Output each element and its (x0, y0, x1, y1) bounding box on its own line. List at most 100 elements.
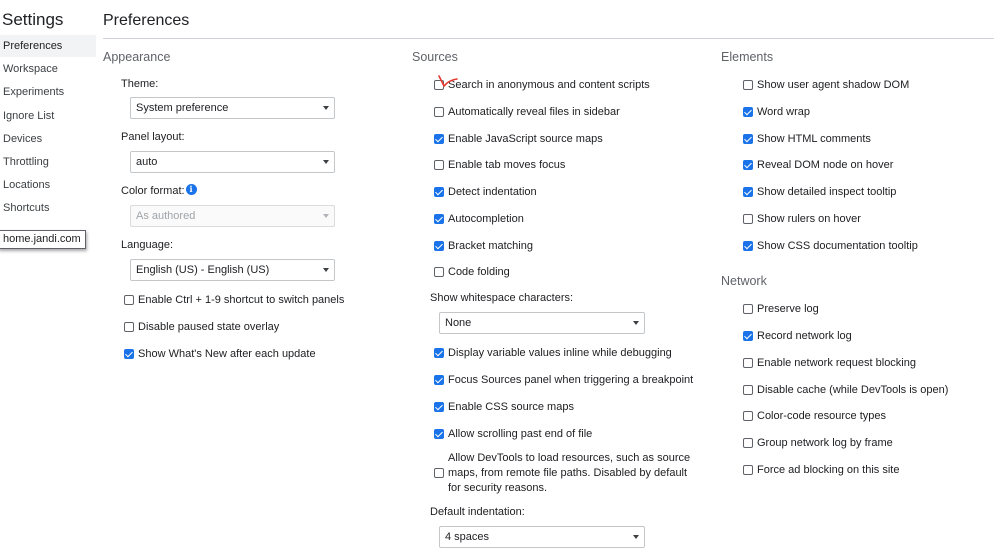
color-format-select-value: As authored (136, 210, 196, 222)
checkbox-box[interactable] (743, 465, 753, 475)
checkbox-box[interactable] (434, 375, 444, 385)
checkbox-autocompletion[interactable]: Autocompletion (434, 211, 524, 227)
checkbox-label: Record network log (757, 329, 852, 342)
checkbox-box[interactable] (434, 402, 444, 412)
checkbox-label: Bracket matching (448, 239, 533, 252)
checkbox-box[interactable] (434, 241, 444, 251)
checkbox-label: Allow DevTools to load resources, such a… (448, 451, 691, 494)
checkbox-focus-sources[interactable]: Focus Sources panel when triggering a br… (434, 372, 693, 388)
checkbox-label: Enable Ctrl + 1-9 shortcut to switch pan… (138, 293, 345, 306)
checkbox-disable-paused-overlay[interactable]: Disable paused state overlay (124, 319, 279, 335)
checkbox-box[interactable] (743, 187, 753, 197)
checkbox-group-by-frame[interactable]: Group network log by frame (743, 435, 893, 451)
checkbox-box[interactable] (434, 187, 444, 197)
checkbox-record-network-log[interactable]: Record network log (743, 328, 852, 344)
sidebar-item-preferences[interactable]: Preferences (0, 35, 96, 57)
checkbox-css-source-maps[interactable]: Enable CSS source maps (434, 399, 574, 415)
checkbox-remote-resources[interactable]: Allow DevTools to load resources, such a… (434, 450, 698, 496)
checkbox-label: Focus Sources panel when triggering a br… (448, 373, 694, 386)
checkbox-box[interactable] (434, 468, 444, 478)
theme-select[interactable]: System preference (130, 97, 335, 119)
checkbox-inline-values[interactable]: Display variable values inline while deb… (434, 345, 672, 361)
checkbox-bracket-matching[interactable]: Bracket matching (434, 238, 533, 254)
checkbox-box[interactable] (743, 160, 753, 170)
sidebar-item-shortcuts[interactable]: Shortcuts (0, 197, 96, 219)
checkbox-rulers-on-hover[interactable]: Show rulers on hover (743, 211, 861, 227)
checkbox-box[interactable] (124, 322, 134, 332)
panel-layout-select[interactable]: auto (130, 151, 335, 173)
checkbox-label: Preserve log (757, 302, 819, 315)
checkbox-label: Automatically reveal files in sidebar (448, 105, 620, 118)
checkbox-reveal-files[interactable]: Automatically reveal files in sidebar (434, 104, 620, 120)
checkbox-force-ad-blocking[interactable]: Force ad blocking on this site (743, 462, 899, 478)
checkbox-box[interactable] (434, 348, 444, 358)
checkbox-tab-moves-focus[interactable]: Enable tab moves focus (434, 157, 565, 173)
red-check-mark-annotation (438, 75, 458, 87)
checkbox-box[interactable] (434, 160, 444, 170)
sidebar-item-throttling[interactable]: Throttling (0, 151, 96, 173)
checkbox-code-folding[interactable]: Code folding (434, 264, 510, 280)
checkbox-box[interactable] (124, 349, 134, 359)
checkbox-box[interactable] (434, 134, 444, 144)
checkbox-search-anonymous[interactable]: Search in anonymous and content scripts (434, 77, 650, 93)
checkbox-box[interactable] (743, 358, 753, 368)
checkbox-box[interactable] (743, 80, 753, 90)
checkbox-word-wrap[interactable]: Word wrap (743, 104, 810, 120)
checkbox-whats-new[interactable]: Show What's New after each update (124, 346, 316, 362)
checkbox-box[interactable] (743, 107, 753, 117)
checkbox-css-doc-tooltip[interactable]: Show CSS documentation tooltip (743, 238, 918, 254)
language-label: Language: (121, 239, 173, 251)
checkbox-label: Detect indentation (448, 185, 537, 198)
checkbox-label: Show What's New after each update (138, 347, 316, 360)
checkbox-label: Show rulers on hover (757, 212, 861, 225)
checkbox-box[interactable] (434, 214, 444, 224)
checkbox-box[interactable] (743, 411, 753, 421)
checkbox-html-comments[interactable]: Show HTML comments (743, 131, 871, 147)
color-format-select: As authored (130, 205, 335, 227)
checkbox-label: Allow scrolling past end of file (448, 427, 593, 440)
checkbox-label: Enable CSS source maps (448, 400, 574, 413)
checkbox-box[interactable] (743, 331, 753, 341)
checkbox-reveal-dom-node[interactable]: Reveal DOM node on hover (743, 157, 893, 173)
checkbox-detect-indentation[interactable]: Detect indentation (434, 184, 537, 200)
sidebar-item-experiments[interactable]: Experiments (0, 81, 96, 103)
checkbox-box[interactable] (434, 429, 444, 439)
whitespace-select-value: None (445, 317, 472, 329)
checkbox-request-blocking[interactable]: Enable network request blocking (743, 355, 916, 371)
default-indentation-select-value: 4 spaces (445, 531, 490, 543)
checkbox-box[interactable] (124, 295, 134, 305)
checkbox-color-code[interactable]: Color-code resource types (743, 408, 886, 424)
sidebar-item-ignore-list[interactable]: Ignore List (0, 105, 96, 127)
checkbox-box[interactable] (434, 267, 444, 277)
checkbox-box[interactable] (743, 134, 753, 144)
checkbox-box[interactable] (743, 438, 753, 448)
sidebar-item-devices[interactable]: Devices (0, 128, 96, 150)
chevron-down-icon (633, 535, 639, 539)
panel-layout-label: Panel layout: (121, 131, 185, 143)
checkbox-box[interactable] (743, 214, 753, 224)
checkbox-inspect-tooltip[interactable]: Show detailed inspect tooltip (743, 184, 896, 200)
checkbox-box[interactable] (743, 385, 753, 395)
info-icon[interactable]: i (185, 184, 197, 195)
checkbox-label: Search in anonymous and content scripts (448, 78, 650, 91)
checkbox-preserve-log[interactable]: Preserve log (743, 301, 819, 317)
sidebar-item-locations[interactable]: Locations (0, 174, 96, 196)
checkbox-js-source-maps[interactable]: Enable JavaScript source maps (434, 131, 603, 147)
checkbox-label: Group network log by frame (757, 436, 893, 449)
checkbox-box[interactable] (743, 304, 753, 314)
checkbox-scroll-past-end[interactable]: Allow scrolling past end of file (434, 426, 592, 442)
checkbox-box[interactable] (743, 241, 753, 251)
sidebar-item-workspace[interactable]: Workspace (0, 58, 96, 80)
network-section-title: Network (721, 274, 767, 288)
whitespace-select[interactable]: None (439, 312, 645, 334)
checkbox-box[interactable] (434, 107, 444, 117)
checkbox-disable-cache[interactable]: Disable cache (while DevTools is open) (743, 382, 948, 398)
checkbox-shadow-dom[interactable]: Show user agent shadow DOM (743, 77, 909, 93)
checkbox-ctrl-shortcut[interactable]: Enable Ctrl + 1-9 shortcut to switch pan… (124, 292, 344, 308)
title-divider (103, 38, 994, 39)
language-select[interactable]: English (US) - English (US) (130, 259, 335, 281)
checkbox-label: Display variable values inline while deb… (448, 346, 672, 359)
elements-section-title: Elements (721, 50, 774, 64)
checkbox-label: Code folding (448, 265, 510, 278)
chevron-down-icon (323, 214, 329, 218)
